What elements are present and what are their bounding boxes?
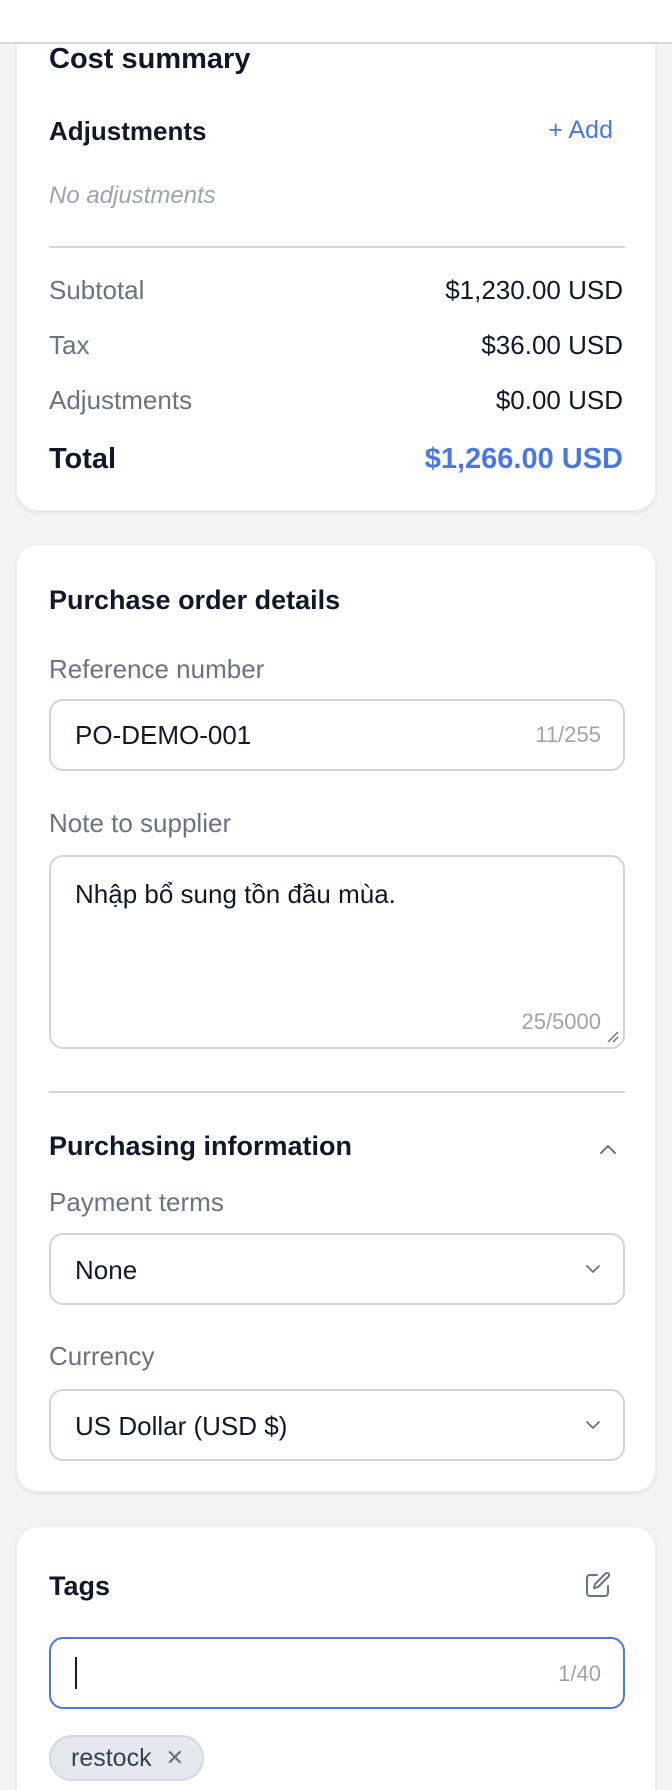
po-details-title: Purchase order details	[49, 585, 341, 615]
adjustments-value: $0.00 USD	[495, 385, 623, 415]
currency-value: US Dollar (USD $)	[75, 1411, 288, 1441]
tax-label: Tax	[49, 330, 90, 360]
resize-handle-icon[interactable]	[605, 1029, 619, 1043]
total-label: Total	[49, 443, 117, 475]
reference-number-counter: 11/255	[535, 722, 601, 747]
note-to-supplier-value: Nhập bổ sung tồn đầu mùa.	[75, 879, 396, 909]
po-divider	[49, 1091, 625, 1093]
text-cursor	[75, 1657, 77, 1689]
adjustments-heading: Adjustments	[49, 116, 207, 146]
purchasing-information-title: Purchasing information	[49, 1131, 353, 1161]
reference-number-input[interactable]: PO-DEMO-001 11/255	[49, 699, 625, 771]
currency-label: Currency	[49, 1341, 155, 1371]
tag-label: restock	[71, 1743, 152, 1772]
purchase-order-details-card: Purchase order details Reference number …	[16, 544, 656, 1492]
note-to-supplier-label: Note to supplier	[49, 808, 232, 838]
reference-number-label: Reference number	[49, 654, 265, 684]
chevron-up-icon[interactable]	[597, 1139, 619, 1161]
tag-chip: restock ✕	[49, 1735, 205, 1781]
subtotal-value: $1,230.00 USD	[445, 275, 623, 305]
reference-number-value: PO-DEMO-001	[75, 720, 252, 750]
tags-title: Tags	[49, 1571, 111, 1601]
no-adjustments-text: No adjustments	[49, 182, 216, 209]
chevron-down-icon	[586, 1265, 600, 1273]
summary-divider	[49, 246, 625, 248]
payment-terms-value: None	[75, 1255, 138, 1285]
chevron-down-icon	[586, 1421, 600, 1429]
payment-terms-label: Payment terms	[49, 1187, 224, 1217]
note-to-supplier-textarea[interactable]: Nhập bổ sung tồn đầu mùa. 25/5000	[49, 855, 625, 1049]
tags-counter: 1/40	[558, 1661, 601, 1686]
tax-value: $36.00 USD	[481, 330, 623, 360]
total-value: $1,266.00 USD	[424, 443, 623, 475]
add-adjustment-button[interactable]: + Add	[548, 116, 613, 145]
cost-summary-card: Cost summary Adjustments + Add No adjust…	[16, 0, 656, 511]
subtotal-label: Subtotal	[49, 275, 145, 305]
tags-input[interactable]: 1/40	[49, 1637, 625, 1709]
top-bar	[0, 0, 672, 44]
payment-terms-select[interactable]: None	[49, 1233, 625, 1305]
currency-select[interactable]: US Dollar (USD $)	[49, 1389, 625, 1461]
edit-icon[interactable]	[583, 1570, 613, 1600]
tags-card: Tags 1/40 restock ✕	[16, 1526, 656, 1790]
note-to-supplier-counter: 25/5000	[521, 1009, 601, 1034]
cost-summary-title: Cost summary	[49, 43, 251, 75]
adjustments-label: Adjustments	[49, 385, 193, 415]
close-icon[interactable]: ✕	[166, 1745, 184, 1771]
